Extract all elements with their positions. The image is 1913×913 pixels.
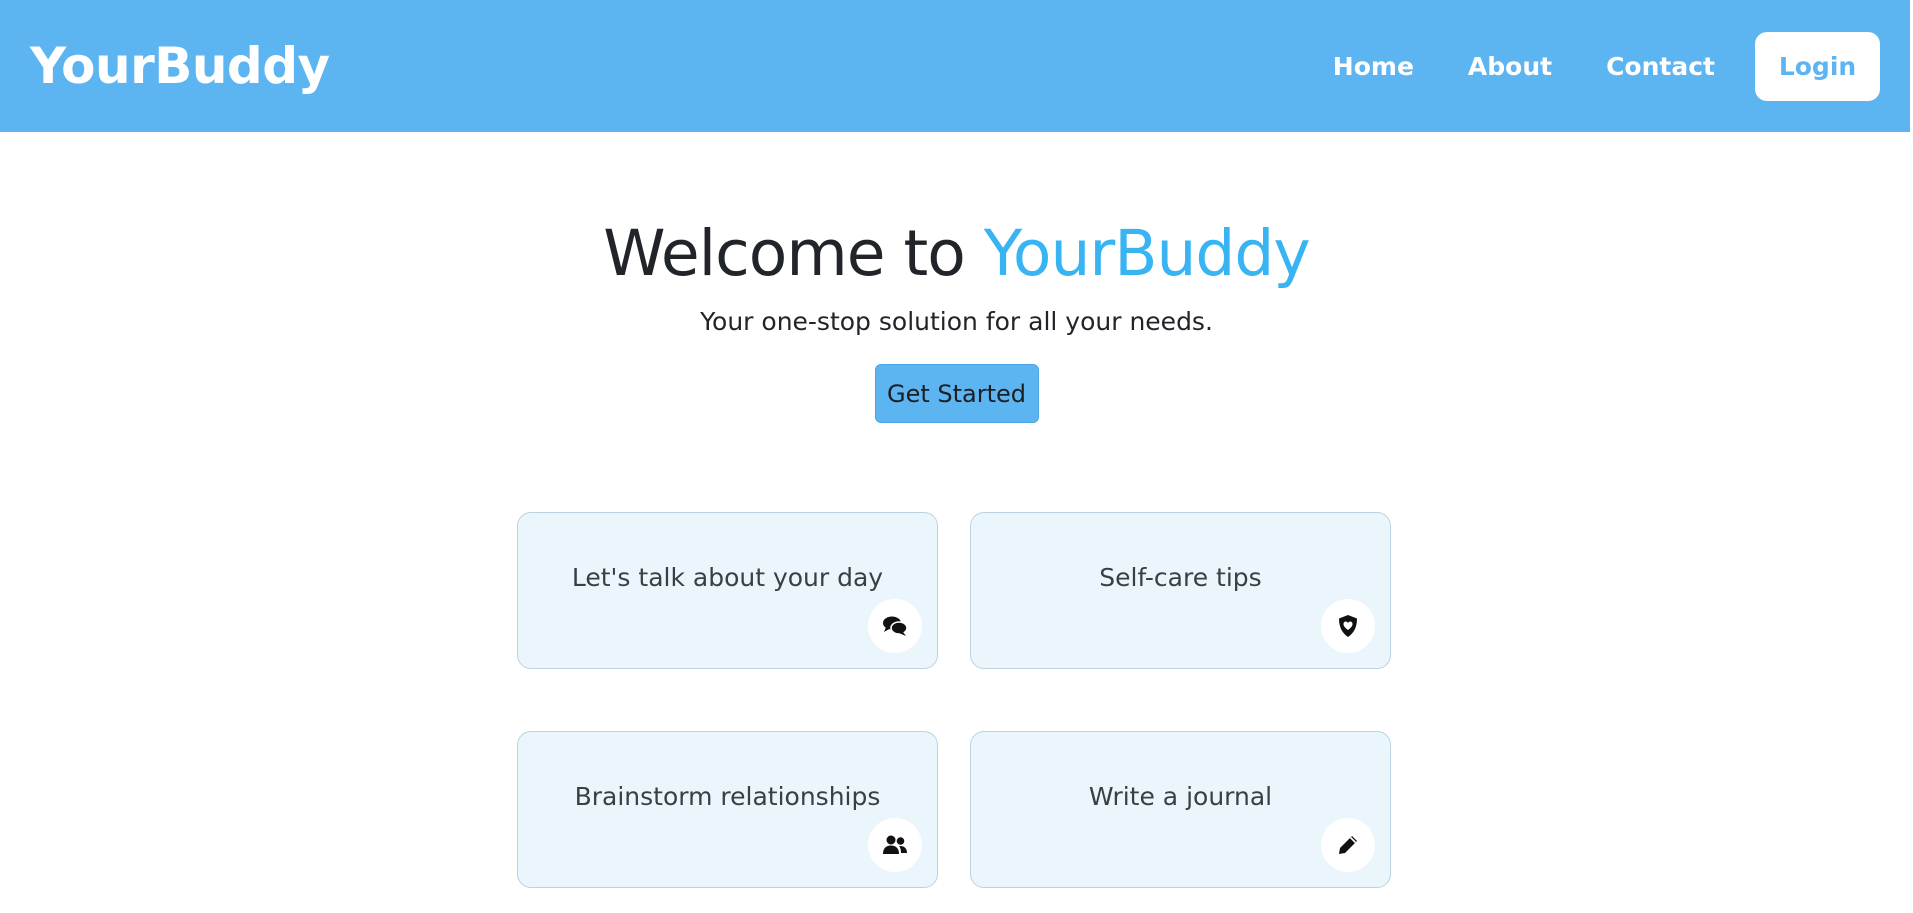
card-label: Let's talk about your day [571,563,884,592]
hero-subtitle: Your one-stop solution for all your need… [700,307,1213,336]
hero-title-prefix: Welcome to [603,217,984,290]
shield-heart-icon [1321,599,1375,653]
nav-link-about[interactable]: About [1468,52,1552,81]
card-brainstorm-relationships[interactable]: Brainstorm relationships [517,731,938,888]
card-write-journal[interactable]: Write a journal [970,731,1391,888]
pencil-icon [1321,818,1375,872]
chat-bubbles-icon [868,599,922,653]
nav-menu: Home About Contact Login [1279,31,1880,101]
hero-section: Welcome to YourBuddy Your one-stop solut… [0,132,1913,423]
hero-title: Welcome to YourBuddy [0,216,1913,292]
card-self-care-tips[interactable]: Self-care tips [970,512,1391,669]
nav-link-home[interactable]: Home [1333,52,1414,81]
brand-logo[interactable]: YourBuddy [30,37,330,95]
card-label: Brainstorm relationships [574,782,881,811]
get-started-button[interactable]: Get Started [874,364,1039,423]
navbar: YourBuddy Home About Contact Login [0,0,1910,132]
card-label: Write a journal [1088,782,1273,811]
nav-link-contact[interactable]: Contact [1606,52,1715,81]
card-talk-about-day[interactable]: Let's talk about your day [517,512,938,669]
hero-title-accent: YourBuddy [983,217,1311,290]
login-button[interactable]: Login [1755,31,1880,101]
users-icon [868,818,922,872]
page: YourBuddy Home About Contact Login Welco… [0,0,1913,913]
card-label: Self-care tips [1099,563,1262,592]
